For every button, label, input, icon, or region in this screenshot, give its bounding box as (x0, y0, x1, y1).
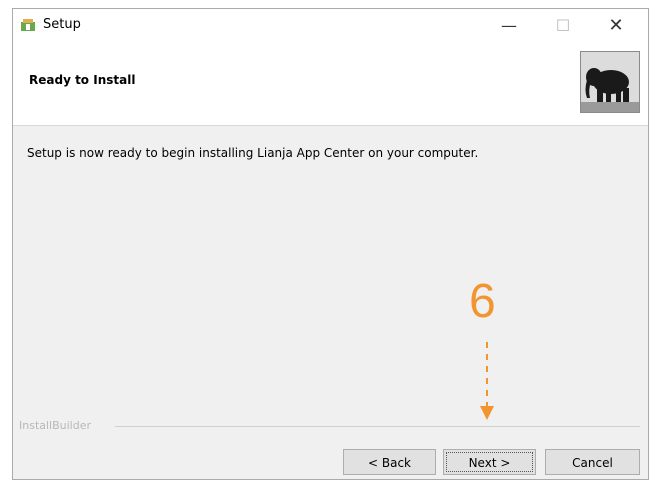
close-button[interactable]: ✕ (593, 9, 639, 43)
cancel-button[interactable]: Cancel (545, 449, 640, 475)
wizard-header: Ready to Install (13, 43, 648, 126)
elephant-logo-icon (580, 51, 640, 113)
footer-divider (115, 426, 640, 427)
installbuilder-brand: InstallBuilder (19, 419, 92, 432)
minimize-button[interactable]: — (486, 9, 532, 43)
dashed-arrow-down-icon (480, 342, 494, 420)
back-button[interactable]: < Back (343, 449, 436, 475)
maximize-button[interactable]: ☐ (540, 9, 586, 43)
ready-message: Setup is now ready to begin installing L… (27, 146, 479, 160)
wizard-content: Setup is now ready to begin installing L… (13, 126, 648, 420)
step-annotation: 6 (469, 275, 496, 328)
setup-window: Setup — ☐ ✕ Ready to Install Setup is no… (12, 8, 649, 480)
title-bar[interactable]: Setup — ☐ ✕ (13, 9, 648, 43)
minimize-icon: — (501, 16, 517, 35)
maximize-icon: ☐ (555, 16, 571, 35)
window-title: Setup (43, 17, 81, 32)
page-title: Ready to Install (29, 73, 136, 87)
setup-package-icon (21, 19, 35, 31)
next-button[interactable]: Next > (443, 449, 536, 475)
close-icon: ✕ (608, 15, 624, 36)
